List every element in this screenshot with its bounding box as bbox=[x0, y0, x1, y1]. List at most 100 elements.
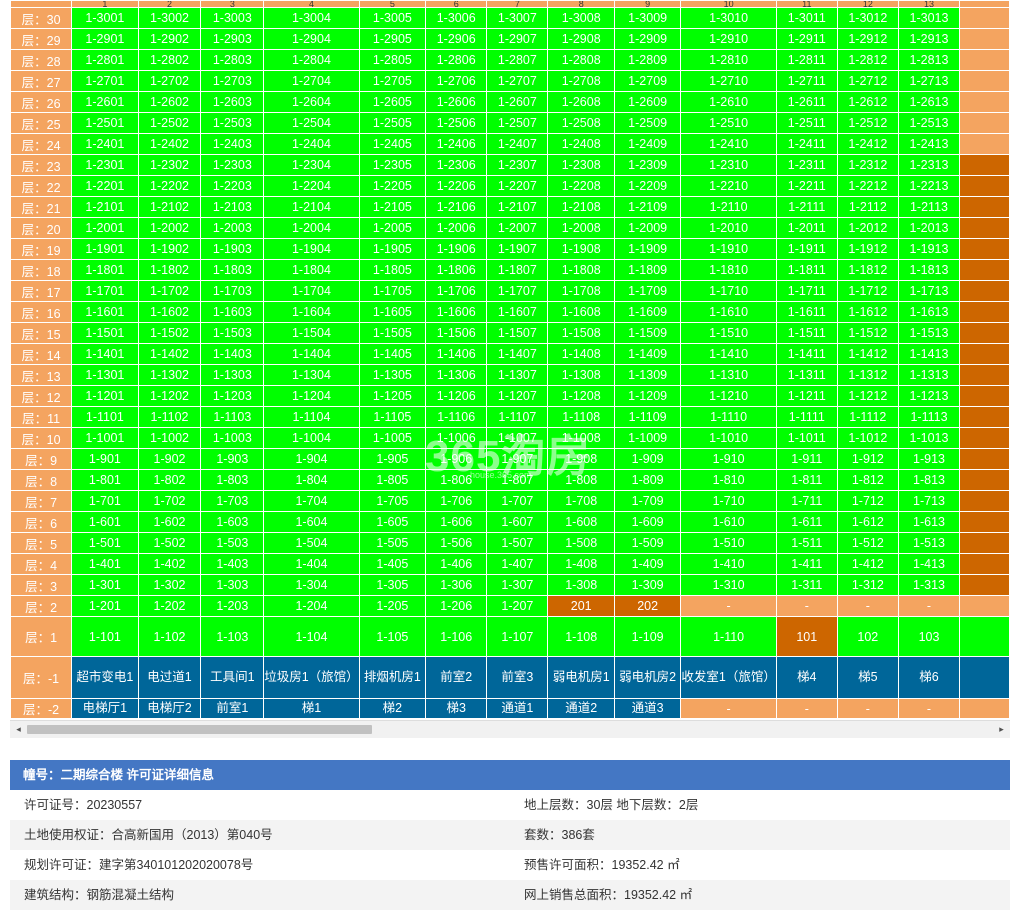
unit-cell[interactable]: 1-505 bbox=[358, 532, 427, 554]
unit-cell[interactable]: 1-2707 bbox=[486, 70, 549, 92]
unit-cell[interactable]: 1-613 bbox=[897, 511, 961, 533]
unit-cell[interactable]: 1-2605 bbox=[358, 91, 427, 113]
unit-cell[interactable]: 1-1005 bbox=[358, 427, 427, 449]
unit-cell[interactable]: 1-2401 bbox=[71, 133, 139, 155]
edge-unit-cell[interactable] bbox=[959, 217, 1010, 239]
unit-cell[interactable]: 1-3004 bbox=[263, 7, 360, 29]
unit-cell[interactable]: 1-1707 bbox=[486, 280, 549, 302]
edge-unit-cell[interactable] bbox=[959, 553, 1010, 575]
room-cell[interactable]: 梯6 bbox=[897, 656, 961, 699]
room-cell[interactable]: 梯4 bbox=[775, 656, 838, 699]
unit-cell[interactable]: - bbox=[836, 698, 899, 719]
unit-cell[interactable]: 1-1205 bbox=[358, 385, 427, 407]
unit-cell[interactable]: 1-1308 bbox=[547, 364, 615, 386]
unit-cell[interactable]: 1-1713 bbox=[897, 280, 961, 302]
unit-cell[interactable]: 1-1213 bbox=[897, 385, 961, 407]
unit-cell[interactable]: 1-2513 bbox=[897, 112, 961, 134]
unit-cell[interactable]: 1-2904 bbox=[263, 28, 360, 50]
unit-cell[interactable]: 1-2703 bbox=[200, 70, 265, 92]
unit-cell[interactable]: 1-402 bbox=[137, 553, 202, 575]
unit-cell[interactable]: 1-1404 bbox=[263, 343, 360, 365]
unit-cell[interactable]: 1-1010 bbox=[680, 427, 777, 449]
unit-cell[interactable]: 1-2701 bbox=[71, 70, 139, 92]
unit-cell[interactable]: 1-1706 bbox=[425, 280, 488, 302]
unit-cell[interactable]: 1-1109 bbox=[613, 406, 682, 428]
unit-cell[interactable]: 1-1101 bbox=[71, 406, 139, 428]
unit-cell[interactable]: 1-2308 bbox=[547, 154, 615, 176]
unit-cell[interactable]: 1-401 bbox=[71, 553, 139, 575]
unit-cell[interactable]: 1-1513 bbox=[897, 322, 961, 344]
unit-cell[interactable]: 1-1001 bbox=[71, 427, 139, 449]
unit-cell[interactable]: 1-404 bbox=[263, 553, 360, 575]
unit-cell[interactable]: 1-3012 bbox=[836, 7, 899, 29]
unit-cell[interactable]: 1-2108 bbox=[547, 196, 615, 218]
unit-cell[interactable]: 1-3010 bbox=[680, 7, 777, 29]
unit-cell[interactable]: 1-2104 bbox=[263, 196, 360, 218]
unit-cell[interactable]: 1-2406 bbox=[425, 133, 488, 155]
unit-cell[interactable]: 1-1705 bbox=[358, 280, 427, 302]
unit-cell[interactable]: 1-2204 bbox=[263, 175, 360, 197]
unit-cell[interactable]: 1-2905 bbox=[358, 28, 427, 50]
room-cell[interactable]: 工具间1 bbox=[200, 656, 265, 699]
unit-cell[interactable]: 1-1901 bbox=[71, 238, 139, 260]
unit-cell[interactable]: 1-2610 bbox=[680, 91, 777, 113]
unit-cell[interactable]: 1-1702 bbox=[137, 280, 202, 302]
unit-cell[interactable]: 1-1701 bbox=[71, 280, 139, 302]
unit-cell[interactable]: 1-2112 bbox=[836, 196, 899, 218]
unit-cell[interactable]: 1-2908 bbox=[547, 28, 615, 50]
unit-cell[interactable]: 1-2511 bbox=[775, 112, 838, 134]
unit-cell[interactable]: 1-305 bbox=[358, 574, 427, 596]
room-cell[interactable]: 通道3 bbox=[613, 698, 682, 719]
unit-cell[interactable]: 1-2902 bbox=[137, 28, 202, 50]
unit-cell[interactable]: 1-103 bbox=[200, 616, 265, 657]
unit-cell[interactable]: 1-2201 bbox=[71, 175, 139, 197]
edge-unit-cell[interactable] bbox=[959, 259, 1010, 281]
unit-cell[interactable]: 1-1911 bbox=[775, 238, 838, 260]
unit-cell[interactable]: 1-1112 bbox=[836, 406, 899, 428]
unit-cell[interactable]: 1-1904 bbox=[263, 238, 360, 260]
room-cell[interactable]: 前室3 bbox=[486, 656, 549, 699]
edge-unit-cell[interactable] bbox=[959, 511, 1010, 533]
unit-cell[interactable]: 1-1505 bbox=[358, 322, 427, 344]
unit-cell[interactable]: 1-1411 bbox=[775, 343, 838, 365]
unit-cell[interactable]: 1-1805 bbox=[358, 259, 427, 281]
unit-cell[interactable]: 1-304 bbox=[263, 574, 360, 596]
unit-cell[interactable]: 1-2006 bbox=[425, 217, 488, 239]
edge-unit-cell[interactable] bbox=[959, 91, 1010, 113]
unit-cell[interactable]: 1-1201 bbox=[71, 385, 139, 407]
room-cell[interactable]: 弱电机房2 bbox=[613, 656, 682, 699]
unit-cell[interactable]: 1-2505 bbox=[358, 112, 427, 134]
edge-unit-cell[interactable] bbox=[959, 385, 1010, 407]
unit-cell[interactable]: 1-2901 bbox=[71, 28, 139, 50]
unit-cell[interactable]: 1-2410 bbox=[680, 133, 777, 155]
unit-cell[interactable]: 1-2708 bbox=[547, 70, 615, 92]
unit-cell[interactable]: 1-407 bbox=[486, 553, 549, 575]
unit-cell[interactable]: 1-2402 bbox=[137, 133, 202, 155]
unit-cell[interactable]: 1-1310 bbox=[680, 364, 777, 386]
unit-cell[interactable]: 1-1507 bbox=[486, 322, 549, 344]
unit-cell[interactable]: 1-2305 bbox=[358, 154, 427, 176]
unit-cell[interactable]: 1-1002 bbox=[137, 427, 202, 449]
unit-cell[interactable]: 1-2002 bbox=[137, 217, 202, 239]
unit-cell[interactable]: 1-1613 bbox=[897, 301, 961, 323]
unit-cell[interactable]: 1-1004 bbox=[263, 427, 360, 449]
unit-cell[interactable]: 1-1506 bbox=[425, 322, 488, 344]
unit-cell[interactable]: 1-3008 bbox=[547, 7, 615, 29]
unit-cell[interactable]: 1-1611 bbox=[775, 301, 838, 323]
unit-cell[interactable]: 1-2207 bbox=[486, 175, 549, 197]
unit-cell[interactable]: 1-2810 bbox=[680, 49, 777, 71]
unit-cell[interactable]: 1-2101 bbox=[71, 196, 139, 218]
unit-cell[interactable]: 1-403 bbox=[200, 553, 265, 575]
unit-cell[interactable]: 1-313 bbox=[897, 574, 961, 596]
unit-cell[interactable]: 1-909 bbox=[613, 448, 682, 470]
unit-cell[interactable]: 1-709 bbox=[613, 490, 682, 512]
unit-cell[interactable]: 1-509 bbox=[613, 532, 682, 554]
unit-cell[interactable]: 1-405 bbox=[358, 553, 427, 575]
unit-cell[interactable]: 1-1510 bbox=[680, 322, 777, 344]
unit-cell[interactable]: 1-607 bbox=[486, 511, 549, 533]
unit-cell[interactable]: 1-1609 bbox=[613, 301, 682, 323]
unit-cell[interactable]: 1-1407 bbox=[486, 343, 549, 365]
unit-cell[interactable]: 1-2302 bbox=[137, 154, 202, 176]
unit-cell[interactable]: 1-2004 bbox=[263, 217, 360, 239]
unit-cell[interactable]: 1-1712 bbox=[836, 280, 899, 302]
